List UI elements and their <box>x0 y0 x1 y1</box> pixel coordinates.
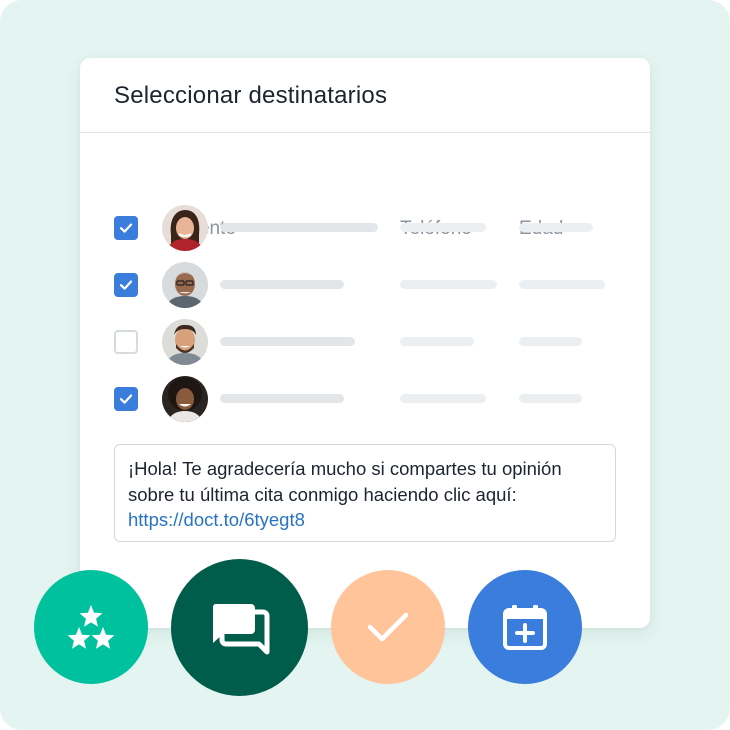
woman-avatar <box>162 205 208 251</box>
bearded-man-avatar <box>162 319 208 365</box>
phone-placeholder <box>400 280 497 289</box>
patient-name-placeholder <box>220 394 344 403</box>
table-row[interactable] <box>80 262 650 308</box>
select-recipients-card: Seleccionar destinatarios Paciente Teléf… <box>80 58 650 628</box>
phone-placeholder <box>400 337 474 346</box>
check-icon <box>119 280 133 290</box>
table-row[interactable] <box>80 376 650 422</box>
row-checkbox[interactable] <box>114 273 138 297</box>
row-checkbox[interactable] <box>114 387 138 411</box>
age-placeholder <box>519 337 582 346</box>
row-checkbox[interactable] <box>114 216 138 240</box>
message-line-1: ¡Hola! Te agradecería mucho si compartes… <box>128 458 562 479</box>
check-icon <box>119 394 133 404</box>
age-placeholder <box>519 223 593 232</box>
confirm-button[interactable] <box>331 570 445 684</box>
table-row[interactable] <box>80 319 650 365</box>
age-placeholder <box>519 394 582 403</box>
stars-icon <box>67 605 115 649</box>
chat-button[interactable] <box>171 559 308 696</box>
chat-bubbles-icon <box>212 603 269 654</box>
patient-name-placeholder <box>220 223 378 232</box>
older-man-avatar <box>162 262 208 308</box>
checkmark-icon <box>367 612 409 642</box>
illustration-background: Seleccionar destinatarios Paciente Teléf… <box>0 0 730 730</box>
age-placeholder <box>519 280 605 289</box>
card-title: Seleccionar destinatarios <box>114 82 388 109</box>
message-textarea[interactable]: ¡Hola! Te agradecería mucho si compartes… <box>114 444 616 542</box>
check-icon <box>119 223 133 233</box>
rating-stars-button[interactable] <box>34 570 148 684</box>
patient-name-placeholder <box>220 280 344 289</box>
curly-hair-woman-avatar <box>162 376 208 422</box>
phone-placeholder <box>400 223 486 232</box>
phone-placeholder <box>400 394 486 403</box>
row-checkbox[interactable] <box>114 330 138 354</box>
card-header: Seleccionar destinatarios <box>80 58 650 133</box>
calendar-button[interactable] <box>468 570 582 684</box>
message-line-2: sobre tu última cita conmigo haciendo cl… <box>128 483 517 505</box>
table-row[interactable] <box>80 205 650 251</box>
calendar-plus-icon <box>503 605 547 650</box>
patient-name-placeholder <box>220 337 355 346</box>
review-link[interactable]: https://doct.to/6tyegt8 <box>128 507 602 533</box>
